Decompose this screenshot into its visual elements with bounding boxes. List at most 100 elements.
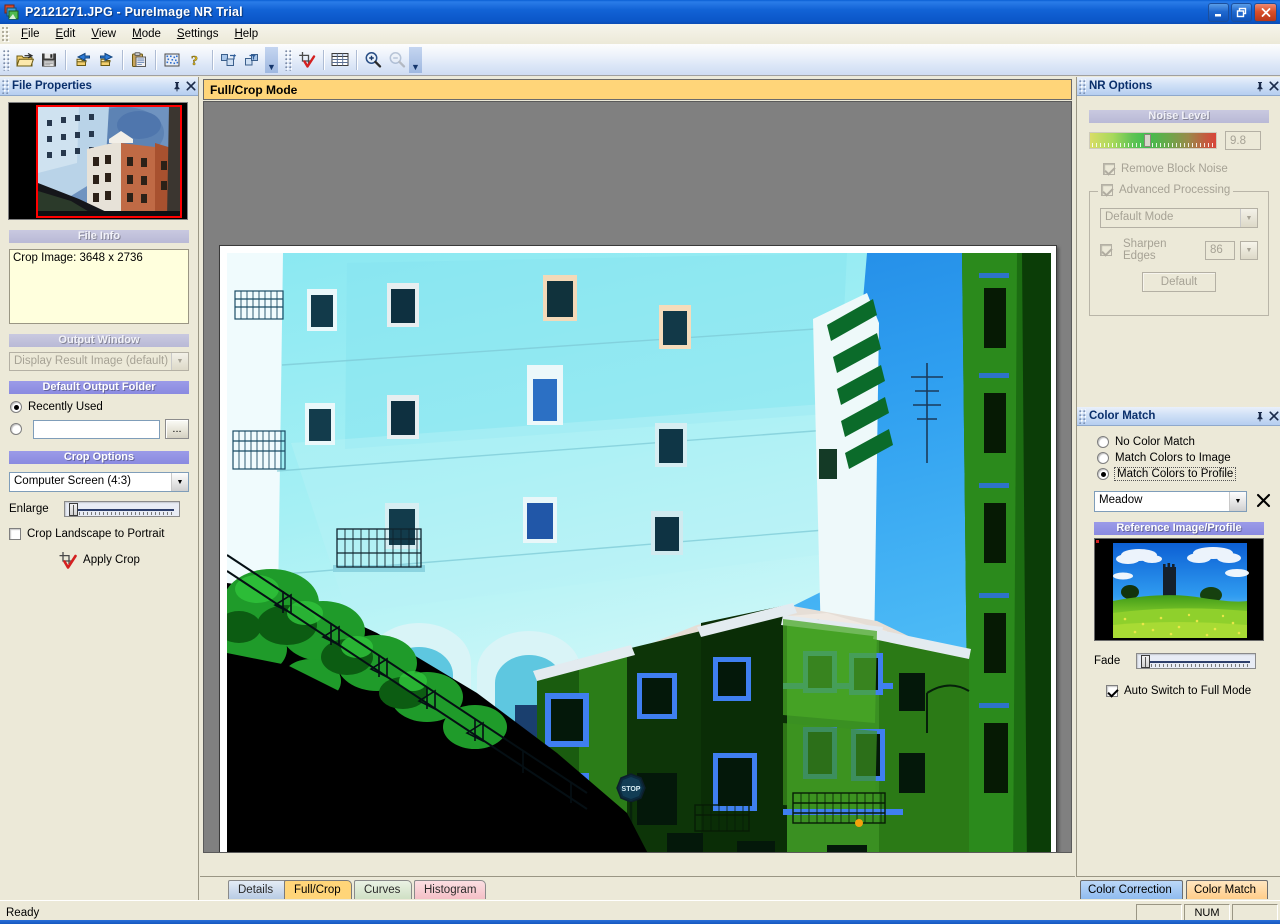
menu-view[interactable]: View: [83, 26, 124, 42]
auto-switch-checkbox[interactable]: [1106, 685, 1118, 697]
crop-ratio-combo[interactable]: Computer Screen (4:3) ▼: [9, 472, 189, 492]
radio-no-color-match[interactable]: No Color Match: [1097, 436, 1280, 448]
default-button[interactable]: Default: [1142, 272, 1216, 292]
panel-grip[interactable]: [1079, 79, 1086, 94]
tab-curves[interactable]: Curves: [354, 880, 412, 899]
fade-slider[interactable]: [1136, 653, 1256, 669]
radio-match-colors-to-image[interactable]: Match Colors to Image: [1097, 452, 1280, 464]
noise-level-value[interactable]: 9.8: [1225, 131, 1261, 150]
slider-knob[interactable]: [1141, 655, 1150, 668]
remove-block-noise-checkbox[interactable]: [1103, 163, 1115, 175]
pin-icon[interactable]: [1253, 79, 1267, 94]
menu-edit[interactable]: Edit: [48, 26, 84, 42]
close-icon[interactable]: [1267, 79, 1280, 94]
close-icon[interactable]: [184, 79, 198, 94]
advanced-processing-label: Advanced Processing: [1119, 184, 1230, 196]
app-photo-icon: [4, 4, 20, 20]
cropped-photo-preview[interactable]: STOP: [227, 253, 1051, 853]
output-window-header: Output Window: [9, 334, 189, 347]
enlarge-label: Enlarge: [9, 503, 64, 515]
color-match-titlebar: Color Match: [1077, 407, 1280, 426]
tab-full-crop[interactable]: Full/Crop: [284, 880, 352, 899]
toolbar-separator: [356, 50, 357, 70]
image-canvas[interactable]: STOP: [203, 101, 1072, 853]
crop-options-header: Crop Options: [9, 451, 189, 464]
pin-icon[interactable]: [170, 79, 184, 94]
status-text: Ready: [0, 907, 1136, 919]
crop-landscape-row[interactable]: Crop Landscape to Portrait: [9, 528, 189, 540]
open-folder-icon[interactable]: [13, 48, 37, 71]
toolbar-overflow-2[interactable]: ▼: [409, 47, 422, 73]
noise-slider-knob[interactable]: [1144, 134, 1151, 147]
crop-selection-rect[interactable]: [36, 105, 182, 218]
sharpen-spinner[interactable]: ▼: [1240, 241, 1258, 260]
tab-color-correction[interactable]: Color Correction: [1080, 880, 1183, 899]
radio-recently-used[interactable]: Recently Used: [10, 401, 198, 413]
close-icon[interactable]: [1267, 409, 1280, 424]
zoom-in-icon[interactable]: [361, 48, 385, 71]
clipboard-paste-icon[interactable]: [127, 48, 151, 71]
panel-grip[interactable]: [2, 79, 9, 94]
profile-combo[interactable]: Meadow ▼: [1094, 491, 1247, 512]
toolbar-grip-1[interactable]: [3, 49, 10, 71]
chevron-down-icon: ▼: [171, 473, 188, 491]
x-clear-icon[interactable]: [1256, 493, 1271, 511]
zoom-out-icon[interactable]: [385, 48, 409, 71]
menu-settings[interactable]: Settings: [169, 26, 227, 42]
close-button[interactable]: [1254, 3, 1277, 22]
crop-landscape-checkbox[interactable]: [9, 528, 21, 540]
nr-options-panel: NR Options Noise Level 9.8 Remove Block …: [1077, 77, 1280, 407]
toolbar-grip-2[interactable]: [285, 49, 292, 71]
table-grid-icon[interactable]: [328, 48, 352, 71]
menu-help[interactable]: Help: [226, 26, 266, 42]
menu-file[interactable]: FFileile: [13, 26, 48, 42]
chevron-down-icon: ▼: [1229, 492, 1246, 511]
pin-icon[interactable]: [1253, 409, 1267, 424]
default-output-folder-header: Default Output Folder: [9, 381, 189, 394]
advanced-processing-checkbox[interactable]: [1101, 184, 1113, 196]
advanced-processing-row[interactable]: Advanced Processing: [1098, 184, 1233, 196]
sharpen-edges-checkbox[interactable]: [1100, 244, 1112, 256]
minimize-button[interactable]: [1208, 3, 1229, 22]
save-disk-icon[interactable]: [37, 48, 61, 71]
meadow-reference-thumbnail[interactable]: [1094, 538, 1264, 641]
apply-crop-button[interactable]: Apply Crop: [0, 551, 198, 569]
tab-details[interactable]: Details: [228, 880, 290, 899]
panel-grip[interactable]: [1079, 409, 1086, 424]
restore-button[interactable]: [1231, 3, 1252, 22]
radio-match-colors-to-image-label: Match Colors to Image: [1115, 452, 1231, 464]
auto-switch-row[interactable]: Auto Switch to Full Mode: [1106, 685, 1280, 697]
tab-color-match[interactable]: Color Match: [1186, 880, 1268, 899]
slider-knob[interactable]: [69, 503, 78, 516]
noise-grid-icon[interactable]: [160, 48, 184, 71]
back-arrow-folder-icon[interactable]: [70, 48, 94, 71]
noise-level-slider[interactable]: [1089, 132, 1217, 149]
file-info-header: File Info: [9, 230, 189, 243]
question-help-icon[interactable]: ?: [184, 48, 208, 71]
apply-crop-check-icon[interactable]: [295, 48, 319, 71]
enlarge-slider[interactable]: [64, 501, 180, 517]
rotate-right-icon[interactable]: [241, 48, 265, 71]
radio-match-colors-to-profile[interactable]: Match Colors to Profile: [1097, 468, 1280, 480]
rotate-left-icon[interactable]: [217, 48, 241, 71]
output-window-combo[interactable]: Display Result Image (default) ▼: [9, 352, 189, 371]
toolbar-overflow-1[interactable]: ▼: [265, 47, 278, 73]
status-pane-3: [1232, 904, 1278, 921]
right-tab-strip: Color Correction Color Match: [1076, 876, 1280, 900]
chevron-down-icon: ▼: [1240, 209, 1257, 227]
browse-folder-button[interactable]: ...: [165, 419, 189, 439]
menu-mode[interactable]: Mode: [124, 26, 169, 42]
svg-text:STOP: STOP: [622, 786, 641, 793]
status-pane-num: NUM: [1184, 904, 1230, 921]
radio-custom-folder[interactable]: [10, 423, 22, 435]
forward-arrow-folder-icon[interactable]: [94, 48, 118, 71]
source-image-thumbnail[interactable]: [8, 102, 188, 220]
mode-title-bar: Full/Crop Mode: [203, 79, 1072, 100]
output-folder-input[interactable]: [33, 420, 160, 439]
menu-grip[interactable]: [2, 26, 10, 42]
sharpen-value[interactable]: 86: [1205, 241, 1235, 260]
radio-recently-used-label: Recently Used: [28, 401, 103, 413]
mode-combo[interactable]: Default Mode ▼: [1100, 208, 1258, 228]
tab-histogram[interactable]: Histogram: [414, 880, 486, 899]
remove-block-noise-row[interactable]: Remove Block Noise: [1103, 163, 1280, 175]
